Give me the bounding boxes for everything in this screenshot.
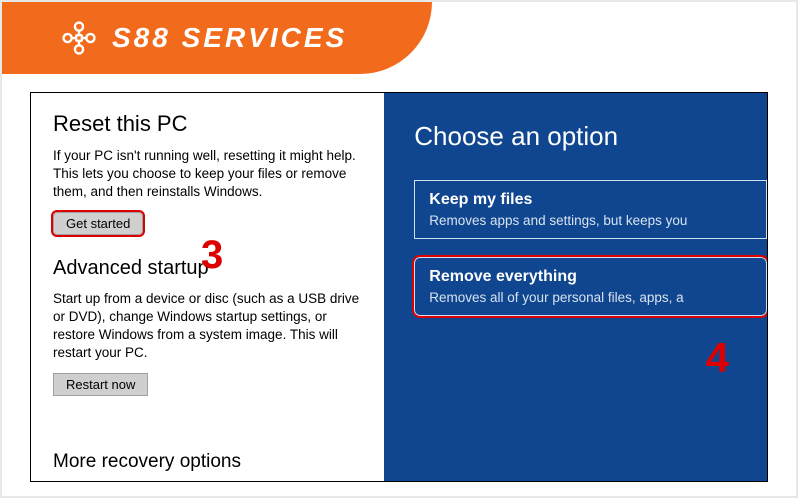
tutorial-frame: S88 SERVICES Reset this PC If your PC is… xyxy=(0,0,798,498)
s88-logo-icon xyxy=(60,19,98,57)
reset-pc-description: If your PC isn't running well, resetting… xyxy=(53,147,362,202)
remove-everything-desc: Removes all of your personal files, apps… xyxy=(429,290,752,305)
keep-my-files-desc: Removes apps and settings, but keeps you xyxy=(429,213,752,228)
choose-option-title: Choose an option xyxy=(414,121,767,152)
get-started-button[interactable]: Get started xyxy=(53,212,143,235)
more-recovery-options-heading: More recovery options xyxy=(53,451,241,473)
keep-my-files-title: Keep my files xyxy=(429,191,752,209)
recovery-settings-pane: Reset this PC If your PC isn't running w… xyxy=(31,93,384,481)
reset-pc-heading: Reset this PC xyxy=(53,111,362,137)
annotation-step-3: 3 xyxy=(201,233,223,278)
keep-my-files-option[interactable]: Keep my files Removes apps and settings,… xyxy=(414,180,767,239)
advanced-startup-description: Start up from a device or disc (such as … xyxy=(53,290,362,363)
remove-everything-option[interactable]: Remove everything Removes all of your pe… xyxy=(414,257,767,316)
remove-everything-title: Remove everything xyxy=(429,268,752,286)
choose-option-dialog: Choose an option Keep my files Removes a… xyxy=(384,93,767,481)
restart-now-button[interactable]: Restart now xyxy=(53,373,148,396)
annotation-step-4: 4 xyxy=(414,334,729,382)
brand-text: S88 SERVICES xyxy=(112,22,347,54)
settings-split-view: Reset this PC If your PC isn't running w… xyxy=(30,92,768,482)
brand-banner: S88 SERVICES xyxy=(2,2,432,74)
